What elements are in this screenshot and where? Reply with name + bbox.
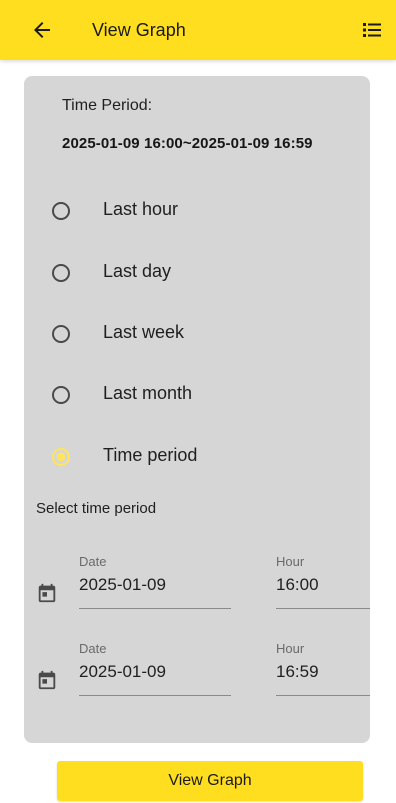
end-datetime-row: Date 2025-01-09 Hour 16:59 [24,641,370,717]
radio-option-time-period[interactable]: Time period [52,439,352,479]
view-graph-button[interactable]: View Graph [57,761,363,801]
field-underline [276,695,370,696]
arrow-left-icon[interactable] [30,18,54,42]
field-underline [79,695,231,696]
hour-field-value[interactable]: 16:00 [276,575,319,595]
time-period-card: Time Period: 2025-01-09 16:00~2025-01-09… [24,76,370,743]
radio-button[interactable] [52,386,70,404]
field-underline [79,608,231,609]
date-field-label: Date [79,554,107,569]
calendar-icon[interactable] [36,669,58,691]
hour-field-label: Hour [276,641,305,656]
hour-field-label: Hour [276,554,305,569]
app-screen: View Graph Time Period: 2025-01-09 16:00… [0,0,396,803]
hour-field-value[interactable]: 16:59 [276,662,319,682]
date-field-label: Date [79,641,107,656]
radio-option-last-week[interactable]: Last week [52,316,352,356]
radio-label: Last day [103,261,172,281]
calendar-icon[interactable] [36,582,58,604]
radio-label: Time period [103,445,198,465]
select-time-period-label: Select time period [36,500,157,517]
time-period-label: Time Period: [62,97,153,114]
radio-button[interactable] [52,325,70,343]
date-field-value[interactable]: 2025-01-09 [79,575,166,595]
top-app-bar: View Graph [0,0,396,60]
radio-label: Last week [103,322,185,342]
page-title: View Graph [92,20,186,40]
radio-option-last-hour[interactable]: Last hour [52,193,352,233]
list-icon[interactable] [362,20,382,40]
radio-option-last-month[interactable]: Last month [52,377,352,417]
time-period-value: 2025-01-09 16:00~2025-01-09 16:59 [62,135,313,152]
radio-button[interactable] [52,202,70,220]
field-underline [276,608,370,609]
date-field-value[interactable]: 2025-01-09 [79,662,166,682]
radio-button-selected[interactable] [52,448,70,466]
radio-option-last-day[interactable]: Last day [52,255,352,295]
radio-label: Last hour [103,199,179,219]
radio-button[interactable] [52,264,70,282]
start-datetime-row: Date 2025-01-09 Hour 16:00 [24,554,370,630]
radio-label: Last month [103,383,193,403]
